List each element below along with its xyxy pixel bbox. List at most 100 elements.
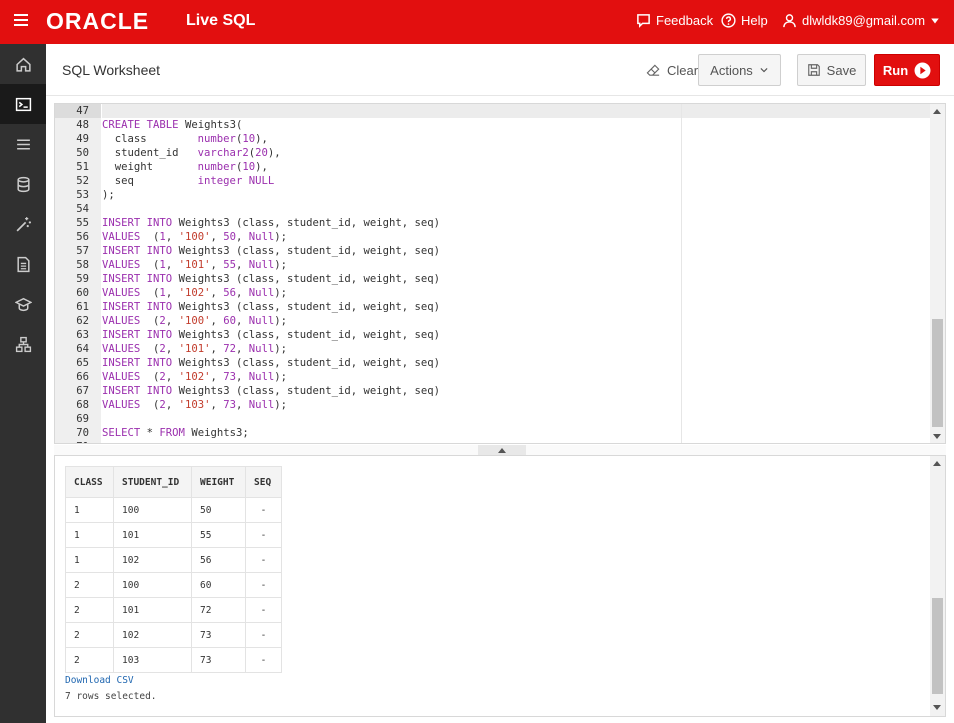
code-line[interactable]: INSERT INTO Weights3 (class, student_id,… [102,384,931,398]
table-row: 2 103 73- [65,647,282,673]
code-line[interactable]: VALUES (2, '100', 60, Null); [102,314,931,328]
code-line[interactable]: INSERT INTO Weights3 (class, student_id,… [102,244,931,258]
line-number: 65 [76,357,89,369]
code-line[interactable]: VALUES (2, '103', 73, Null); [102,398,931,412]
table-cell: 60 [191,572,246,598]
table-cell: - [245,547,282,573]
table-cell: 1 [65,522,114,548]
table-cell: 2 [65,597,114,623]
print-margin [681,104,682,443]
table-cell: 73 [191,647,246,673]
scroll-up-icon[interactable] [933,461,941,466]
table-cell: - [245,647,282,673]
document-icon [16,256,30,272]
editor-scrollbar[interactable] [930,104,945,443]
table-row: 2 102 73- [65,622,282,648]
code-line[interactable]: SELECT * FROM Weights3; [102,426,931,440]
line-number: 48 [76,119,89,131]
code-line[interactable]: weight number(10), [102,160,931,174]
sidebar-item-list[interactable] [0,124,46,164]
feedback-label: Feedback [656,13,714,28]
code-line[interactable]: CREATE TABLE Weights3( [102,118,931,132]
code-line[interactable]: INSERT INTO Weights3 (class, student_id,… [102,272,931,286]
scroll-up-icon[interactable] [933,109,941,114]
top-bar: ORACLE Live SQL Feedback Help dlwldk89@g… [0,0,954,44]
sidebar-item-scripts[interactable] [0,244,46,284]
code-line[interactable]: student_id varchar2(20), [102,146,931,160]
scroll-down-icon[interactable] [933,434,941,439]
run-button[interactable]: Run [874,54,940,86]
scroll-down-icon[interactable] [933,705,941,710]
line-number: 49 [76,133,89,145]
page-title: SQL Worksheet [62,62,161,78]
sidebar-item-home[interactable] [0,44,46,84]
code-line[interactable]: ​ [102,104,931,118]
code-line[interactable]: class number(10), [102,132,931,146]
table-cell: 56 [191,547,246,573]
code-line[interactable]: VALUES (1, '102', 56, Null); [102,286,931,300]
results-table: CLASS STUDENT_ID WEIGHT SEQ 1 100 50-1 101 5… [65,466,282,673]
actions-menu-button[interactable]: Actions [698,54,781,86]
line-number: 60 [76,287,89,299]
code-line[interactable]: INSERT INTO Weights3 (class, student_id,… [102,328,931,342]
table-cell: - [245,572,282,598]
line-number: 66 [76,371,89,383]
eraser-icon [646,64,660,76]
table-cell: 50 [191,497,246,523]
sidebar-item-quick-sql[interactable] [0,204,46,244]
code-line[interactable]: VALUES (1, '100', 50, Null); [102,230,931,244]
line-number: 55 [76,217,89,229]
code-line[interactable]: INSERT INTO Weights3 (class, student_id,… [102,356,931,370]
table-cell: 1 [65,547,114,573]
sidebar-item-sql-worksheet[interactable] [0,84,46,124]
rows-selected-message: 7 rows selected. [65,691,157,702]
save-button[interactable]: Save [797,54,866,86]
sidebar-item-tutorials[interactable] [0,284,46,324]
download-csv-link[interactable]: Download CSV [65,675,134,686]
code-line[interactable]: VALUES (2, '101', 72, Null); [102,342,931,356]
code-line[interactable]: VALUES (1, '101', 55, Null); [102,258,931,272]
code-line[interactable]: ​ [102,440,931,443]
results-scrollbar[interactable] [930,456,945,716]
user-icon [783,14,796,28]
collapse-up-icon [498,448,506,453]
user-menu[interactable]: dlwldk89@gmail.com [782,13,940,28]
code-area[interactable]: ​CREATE TABLE Weights3( class number(10)… [102,104,931,443]
code-line[interactable]: INSERT INTO Weights3 (class, student_id,… [102,216,931,230]
table-row: 1 100 50- [65,497,282,523]
table-cell: 103 [113,647,192,673]
help-link[interactable]: Help [721,13,768,28]
table-row: 2 101 72- [65,597,282,623]
feedback-link[interactable]: Feedback [636,13,713,28]
column-header: CLASS [65,466,114,498]
editor-scroll-thumb[interactable] [932,319,943,427]
sidebar-item-database[interactable] [0,164,46,204]
table-cell: 100 [113,572,192,598]
code-line[interactable]: ​ [102,202,931,216]
list-icon [16,138,30,150]
line-number: 54 [76,203,89,215]
line-number: 47 [55,104,101,118]
line-number: 68 [76,399,89,411]
caret-down-icon [931,18,939,23]
pane-splitter[interactable] [54,445,946,455]
code-line[interactable]: VALUES (2, '102', 73, Null); [102,370,931,384]
table-cell: 2 [65,647,114,673]
table-cell: 102 [113,547,192,573]
line-number-gutter: 47 48 49 50 51 52 53 54 55 56 57 58 59 60 61 62 63 64 65 66… [55,104,101,443]
chevron-down-icon [760,68,768,73]
code-line[interactable]: ​ [102,412,931,426]
hamburger-menu-icon[interactable] [14,14,28,26]
table-cell: 101 [113,522,192,548]
code-line[interactable]: seq integer NULL [102,174,931,188]
sidebar-item-schema[interactable] [0,324,46,364]
code-line[interactable]: INSERT INTO Weights3 (class, student_id,… [102,300,931,314]
actions-label: Actions [710,62,753,78]
code-line[interactable]: ); [102,188,931,202]
oracle-logo[interactable]: ORACLE [46,8,149,35]
sql-editor[interactable]: 47 48 49 50 51 52 53 54 55 56 57 58 59 60 61 62 63 64 65 66… [54,103,946,444]
splitter-handle[interactable] [478,445,526,455]
product-name[interactable]: Live SQL [186,12,255,30]
results-scroll-thumb[interactable] [932,598,943,694]
table-cell: - [245,622,282,648]
